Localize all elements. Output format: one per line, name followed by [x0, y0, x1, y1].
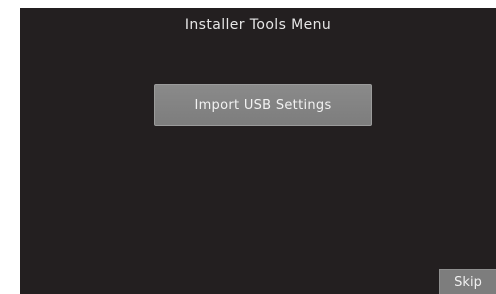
import-usb-settings-label: Import USB Settings — [194, 97, 332, 113]
skip-button[interactable]: Skip — [439, 269, 496, 294]
skip-label: Skip — [454, 274, 482, 290]
import-usb-settings-button[interactable]: Import USB Settings — [154, 84, 372, 126]
installer-screen: Installer Tools Menu Import USB Settings… — [20, 8, 496, 294]
page-title: Installer Tools Menu — [184, 17, 332, 33]
